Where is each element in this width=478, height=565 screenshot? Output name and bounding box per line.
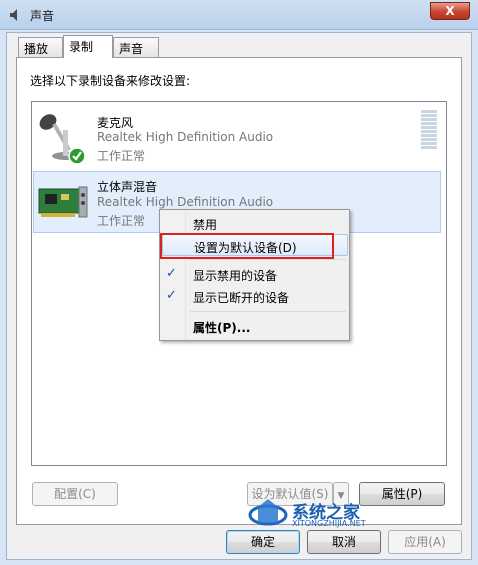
sound-card-icon: [37, 185, 89, 221]
menu-item-show-disconnected[interactable]: ✓ 显示已断开的设备: [162, 285, 348, 307]
menu-item-disable[interactable]: 禁用: [162, 212, 348, 234]
menu-separator: [190, 311, 346, 312]
configure-button[interactable]: 配置(C): [32, 482, 118, 506]
speaker-icon: [8, 8, 22, 22]
menu-item-show-disabled[interactable]: ✓ 显示禁用的设备: [162, 263, 348, 285]
device-driver: Realtek High Definition Audio: [97, 130, 274, 144]
tab-sounds[interactable]: 声音: [113, 37, 159, 57]
tab-recording[interactable]: 录制: [63, 35, 113, 58]
menu-item-properties[interactable]: 属性(P)...: [162, 315, 348, 337]
level-meter: [421, 110, 437, 152]
instruction-text: 选择以下录制设备来修改设置:: [30, 74, 191, 88]
watermark-url: XITONGZHIJIA.NET: [292, 519, 366, 528]
microphone-icon: [36, 110, 90, 166]
tab-playback[interactable]: 播放: [18, 37, 63, 57]
cancel-button[interactable]: 取消: [307, 530, 381, 554]
apply-button[interactable]: 应用(A): [388, 530, 462, 554]
checkmark-icon: ✓: [166, 266, 177, 281]
close-button[interactable]: X: [430, 2, 470, 20]
checkmark-icon: ✓: [166, 288, 177, 303]
menu-item-label: 属性(P)...: [193, 321, 251, 335]
menu-item-label: 显示禁用的设备: [193, 269, 278, 283]
highlight-annotation: [160, 233, 334, 259]
menu-item-label: 禁用: [193, 218, 218, 232]
window-title: 声音: [30, 9, 55, 23]
ok-button[interactable]: 确定: [226, 530, 300, 554]
device-name: 立体声混音: [97, 180, 158, 194]
device-status: 工作正常: [97, 149, 146, 163]
watermark-logo-icon: [248, 499, 288, 526]
title-bar: [0, 0, 478, 30]
watermark: 系统之家 XITONGZHIJIA.NET: [248, 497, 398, 533]
device-name: 麦克风: [97, 116, 134, 130]
device-driver: Realtek High Definition Audio: [97, 195, 274, 209]
device-status: 工作正常: [97, 214, 146, 228]
menu-separator: [190, 259, 346, 260]
menu-item-label: 显示已断开的设备: [193, 291, 290, 305]
